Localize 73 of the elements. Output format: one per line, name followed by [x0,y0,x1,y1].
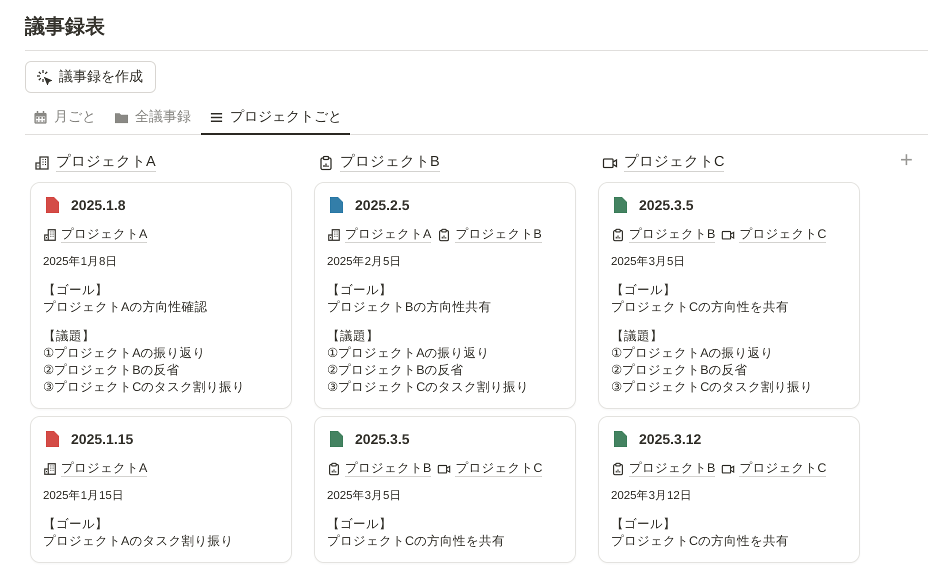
card-title: 2025.3.12 [639,431,702,447]
building-icon [327,228,341,242]
section-heading: 【ゴール】 [611,516,677,533]
card-title: 2025.3.5 [355,431,410,447]
section-heading: 【ゴール】 [327,282,393,299]
section-line: ②プロジェクトBの反省 [611,362,749,379]
project-link[interactable]: プロジェクトC [455,461,542,477]
card-title: 2025.3.5 [639,197,694,213]
building-icon [43,228,57,242]
meeting-date: 2025年1月8日 [43,255,118,270]
section-line: ②プロジェクトBの反省 [327,362,465,379]
clipboard-icon [327,462,341,476]
minutes-card[interactable]: 2025.3.12 プロジェクトB プロジェクトC 2025年3月12日 【ゴール】 プロジェクトCの方向性を共有 [598,416,860,563]
section-heading: 【ゴール】 [43,282,109,299]
group-title[interactable]: プロジェクトA [56,154,156,172]
card-title: 2025.2.5 [355,197,410,213]
page-title: 議事録表 [25,14,106,40]
meeting-date: 2025年3月5日 [611,255,686,270]
group-title[interactable]: プロジェクトC [624,154,724,172]
meeting-date: 2025年3月5日 [327,489,402,504]
calendar-icon [33,110,48,124]
project-link[interactable]: プロジェクトA [345,227,432,243]
section-line: プロジェクトCの方向性を共有 [327,533,506,550]
section-line: ①プロジェクトAの振り返り [43,345,207,362]
project-link[interactable]: プロジェクトB [629,461,716,477]
card-title: 2025.1.8 [71,197,126,213]
section-heading: 【ゴール】 [611,282,677,299]
meeting-date: 2025年1月15日 [43,489,125,504]
section-heading: 【議題】 [43,328,96,345]
view-tab[interactable]: 全議事録 [106,101,199,135]
section-line: プロジェクトCの方向性を共有 [611,299,790,316]
project-link[interactable]: プロジェクトA [61,227,148,243]
section-line: ②プロジェクトBの反省 [43,362,181,379]
video-camera-icon [721,228,736,242]
card-title: 2025.1.15 [71,431,134,447]
project-link[interactable]: プロジェクトB [455,227,542,243]
building-icon [34,155,50,171]
section-line: プロジェクトAのタスク割り振り [43,533,234,550]
group-title[interactable]: プロジェクトB [340,154,440,172]
section-line: ①プロジェクトAの振り返り [327,345,491,362]
section-heading: 【議題】 [327,328,380,345]
minutes-card[interactable]: 2025.1.15 プロジェクトA 2025年1月15日 【ゴール】 プロジェクトAのタスク割り振り [30,416,292,563]
video-camera-icon [437,462,452,476]
project-link[interactable]: プロジェクトC [739,461,826,477]
clipboard-icon [437,228,452,242]
section-line: ③プロジェクトCのタスク割り振り [43,379,246,396]
clipboard-icon [318,155,334,171]
section-heading: 【ゴール】 [327,516,393,533]
section-line: プロジェクトAの方向性確認 [43,299,208,316]
clipboard-icon [611,228,625,242]
section-heading: 【ゴール】 [43,516,109,533]
section-line: プロジェクトCの方向性を共有 [611,533,790,550]
create-minutes-button[interactable]: 議事録を作成 [25,61,156,93]
section-line: ①プロジェクトAの振り返り [611,345,775,362]
minutes-card[interactable]: 2025.3.5 プロジェクトB プロジェクトC 2025年3月5日 【ゴール】 プロジェクトCの方向性を共有 【議題】 ①プロジェクトAの振り返り ②プロジェクトBの反省 ③プロジェクトCのタスク割り振り [598,182,860,409]
video-camera-icon [721,462,736,476]
section-line: ③プロジェクトCのタスク割り振り [327,379,530,396]
project-link[interactable]: プロジェクトB [345,461,432,477]
meeting-date: 2025年2月5日 [327,255,402,270]
building-icon [43,462,57,476]
clipboard-icon [611,462,625,476]
minutes-card[interactable]: 2025.2.5 プロジェクトA プロジェクトB 2025年2月5日 【ゴール】 プロジェクトBの方向性共有 【議題】 ①プロジェクトAの振り返り ②プロジェクトBの反省 ③プロジェクトCのタスク割り振り [314,182,576,409]
project-link[interactable]: プロジェクトA [61,461,148,477]
section-heading: 【議題】 [611,328,664,345]
meeting-date: 2025年3月12日 [611,489,693,504]
sparkle-cursor-icon [36,69,52,85]
minutes-card[interactable]: 2025.3.5 プロジェクトB プロジェクトC 2025年3月5日 【ゴール】 プロジェクトCの方向性を共有 [314,416,576,563]
minutes-card[interactable]: 2025.1.8 プロジェクトA 2025年1月8日 【ゴール】 プロジェクトAの方向性確認 【議題】 ①プロジェクトAの振り返り ②プロジェクトBの反省 ③プロジェクトCのタスク割り振り [30,182,292,409]
view-tab[interactable]: プロジェクトごと [201,101,350,135]
project-link[interactable]: プロジェクトB [629,227,716,243]
section-line: ③プロジェクトCのタスク割り振り [611,379,814,396]
project-link[interactable]: プロジェクトC [739,227,826,243]
section-line: プロジェクトBの方向性共有 [327,299,492,316]
